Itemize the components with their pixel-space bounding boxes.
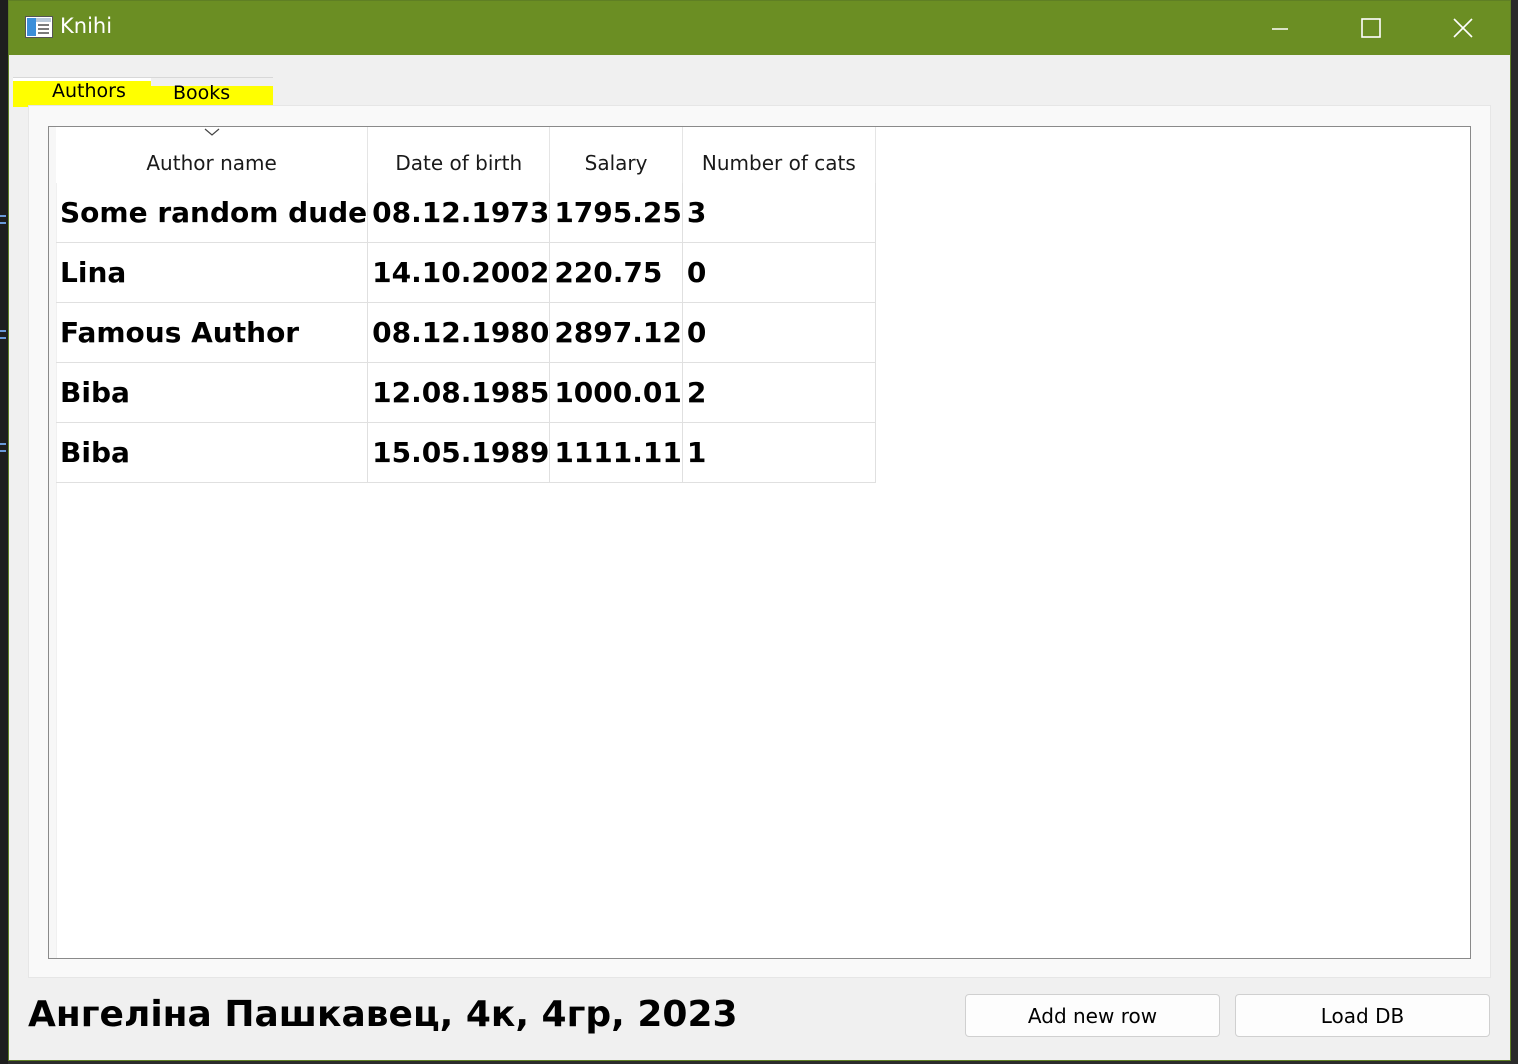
app-window: Knihi Authors Books Author name Date of … <box>8 0 1511 1061</box>
tab-label: Authors <box>52 80 126 102</box>
load-db-button[interactable]: Load DB <box>1235 994 1490 1037</box>
tab-bar: Authors Books <box>9 55 1510 107</box>
desktop-glyph <box>0 330 6 332</box>
cell-date-of-birth[interactable]: 08.12.1973 <box>367 183 551 243</box>
title-bar[interactable]: Knihi <box>9 1 1510 55</box>
cell-date-of-birth[interactable]: 14.10.2002 <box>367 242 551 303</box>
table-row[interactable]: Some random dude 08.12.1973 1795.25 3 <box>56 183 876 243</box>
table-row[interactable]: Famous Author 08.12.1980 2897.12 0 <box>56 302 876 363</box>
cell-salary[interactable]: 1000.01 <box>549 362 683 423</box>
maximize-icon <box>1361 18 1381 38</box>
column-header-label: Date of birth <box>395 151 523 175</box>
close-icon <box>1453 18 1473 38</box>
table-row[interactable]: Biba 12.08.1985 1000.01 2 <box>56 362 876 423</box>
column-header-label: Author name <box>146 151 277 175</box>
column-header-salary[interactable]: Salary <box>549 127 683 183</box>
cell-number-of-cats[interactable]: 0 <box>682 242 876 303</box>
minimize-button[interactable] <box>1234 1 1326 55</box>
window-title: Knihi <box>60 14 113 38</box>
close-button[interactable] <box>1417 1 1509 55</box>
desktop-glyph <box>0 215 6 217</box>
cell-date-of-birth[interactable]: 12.08.1985 <box>367 362 551 423</box>
tab-books[interactable]: Books <box>151 77 273 107</box>
add-new-row-button[interactable]: Add new row <box>965 994 1220 1037</box>
table-row[interactable]: Lina 14.10.2002 220.75 0 <box>56 242 876 303</box>
authors-table[interactable]: Author name Date of birth Salary Number … <box>48 126 1471 959</box>
authors-grid: Author name Date of birth Salary Number … <box>56 127 876 483</box>
tab-authors[interactable]: Authors <box>13 77 151 107</box>
column-header-date-of-birth[interactable]: Date of birth <box>367 127 551 183</box>
cell-author-name[interactable]: Famous Author <box>56 302 369 363</box>
cell-salary[interactable]: 220.75 <box>549 242 683 303</box>
tab-label: Books <box>173 82 231 104</box>
maximize-button[interactable] <box>1325 1 1417 55</box>
cell-number-of-cats[interactable]: 2 <box>682 362 876 423</box>
desktop-glyph <box>0 450 6 452</box>
authors-tab-panel: Author name Date of birth Salary Number … <box>28 105 1491 978</box>
desktop-background <box>0 0 8 1064</box>
cell-author-name[interactable]: Biba <box>56 362 369 423</box>
chevron-down-icon <box>204 128 219 136</box>
minimize-icon <box>1272 28 1288 30</box>
cell-number-of-cats[interactable]: 3 <box>682 183 876 243</box>
cell-date-of-birth[interactable]: 08.12.1980 <box>367 302 551 363</box>
cell-author-name[interactable]: Some random dude <box>56 183 369 243</box>
cell-author-name[interactable]: Biba <box>56 422 369 483</box>
desktop-glyph <box>0 337 6 339</box>
cell-number-of-cats[interactable]: 0 <box>682 302 876 363</box>
cell-number-of-cats[interactable]: 1 <box>682 422 876 483</box>
column-header-label: Salary <box>584 151 648 175</box>
cell-date-of-birth[interactable]: 15.05.1989 <box>367 422 551 483</box>
column-header-number-of-cats[interactable]: Number of cats <box>682 127 876 183</box>
desktop-glyph <box>0 222 6 224</box>
column-header-label: Number of cats <box>701 151 856 175</box>
cell-salary[interactable]: 2897.12 <box>549 302 683 363</box>
table-row[interactable]: Biba 15.05.1989 1111.11 1 <box>56 422 876 483</box>
header-row: Author name Date of birth Salary Number … <box>56 127 876 183</box>
cell-salary[interactable]: 1795.25 <box>549 183 683 243</box>
column-header-author-name[interactable]: Author name <box>56 127 369 183</box>
desktop-glyph <box>0 443 6 445</box>
author-signature-label: Ангеліна Пашкавец, 4к, 4гр, 2023 <box>28 994 738 1035</box>
cell-author-name[interactable]: Lina <box>56 242 369 303</box>
cell-salary[interactable]: 1111.11 <box>549 422 683 483</box>
app-icon <box>25 16 53 38</box>
